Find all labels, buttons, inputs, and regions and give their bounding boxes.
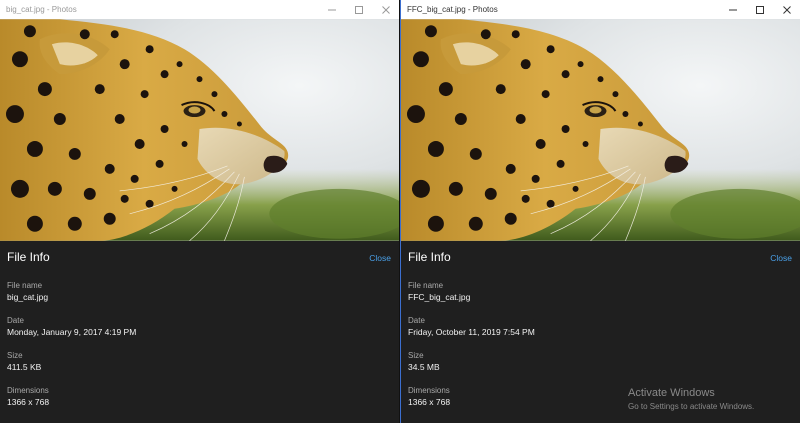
- maximize-icon: [755, 5, 764, 14]
- minimize-icon: [327, 9, 336, 10]
- file-name-field: File name FFC_big_cat.jpg: [408, 281, 470, 302]
- leopard-image: [401, 19, 800, 241]
- title-bar[interactable]: big_cat.jpg - Photos: [0, 0, 399, 19]
- activate-windows-watermark: Activate Windows Go to Settings to activ…: [628, 387, 754, 411]
- photos-window-left: big_cat.jpg - Photos File Info Close Fil…: [0, 0, 399, 423]
- close-icon: [381, 5, 390, 14]
- field-value: 1366 x 768: [7, 397, 50, 407]
- window-controls: [719, 0, 800, 19]
- field-value: Monday, January 9, 2017 4:19 PM: [7, 327, 137, 337]
- minimize-button[interactable]: [719, 0, 746, 19]
- field-value: Friday, October 11, 2019 7:54 PM: [408, 327, 535, 337]
- window-title: FFC_big_cat.jpg - Photos: [407, 5, 498, 14]
- maximize-button[interactable]: [345, 0, 372, 19]
- field-value: 34.5 MB: [408, 362, 440, 372]
- file-name-field: File name big_cat.jpg: [7, 281, 48, 302]
- field-label: File name: [408, 281, 444, 290]
- photo-view[interactable]: [401, 19, 800, 241]
- field-value: 411.5 KB: [7, 362, 42, 372]
- maximize-button[interactable]: [746, 0, 773, 19]
- field-label: Dimensions: [7, 386, 49, 395]
- date-field: Date Monday, January 9, 2017 4:19 PM: [7, 316, 136, 337]
- field-value: FFC_big_cat.jpg: [408, 292, 471, 302]
- dimensions-field: Dimensions 1366 x 768: [408, 386, 450, 407]
- maximize-icon: [354, 5, 363, 14]
- watermark-title: Activate Windows: [628, 387, 715, 399]
- dimensions-field: Dimensions 1366 x 768: [7, 386, 49, 407]
- leopard-image: [0, 19, 399, 241]
- window-title: big_cat.jpg - Photos: [6, 5, 77, 14]
- minimize-button[interactable]: [318, 0, 345, 19]
- file-info-panel: File Info Close File name big_cat.jpg Da…: [0, 241, 399, 423]
- field-label: File name: [7, 281, 43, 290]
- close-button[interactable]: [773, 0, 800, 19]
- size-field: Size 411.5 KB: [7, 351, 41, 372]
- field-label: Date: [408, 316, 425, 325]
- minimize-icon: [728, 9, 737, 10]
- photos-window-right: FFC_big_cat.jpg - Photos File Info Close…: [400, 0, 800, 423]
- field-value: big_cat.jpg: [7, 292, 49, 302]
- field-label: Date: [7, 316, 24, 325]
- title-bar[interactable]: FFC_big_cat.jpg - Photos: [401, 0, 800, 19]
- close-icon: [782, 5, 791, 14]
- size-field: Size 34.5 MB: [408, 351, 440, 372]
- file-info-heading: File Info: [7, 250, 50, 264]
- date-field: Date Friday, October 11, 2019 7:54 PM: [408, 316, 535, 337]
- field-label: Dimensions: [408, 386, 450, 395]
- window-controls: [318, 0, 399, 19]
- close-button[interactable]: [372, 0, 399, 19]
- photo-view[interactable]: [0, 19, 399, 241]
- field-label: Size: [7, 351, 23, 360]
- close-info-link[interactable]: Close: [770, 253, 792, 263]
- field-value: 1366 x 768: [408, 397, 451, 407]
- watermark-subtitle: Go to Settings to activate Windows.: [628, 402, 755, 411]
- file-info-heading: File Info: [408, 250, 451, 264]
- field-label: Size: [408, 351, 424, 360]
- close-info-link[interactable]: Close: [369, 253, 391, 263]
